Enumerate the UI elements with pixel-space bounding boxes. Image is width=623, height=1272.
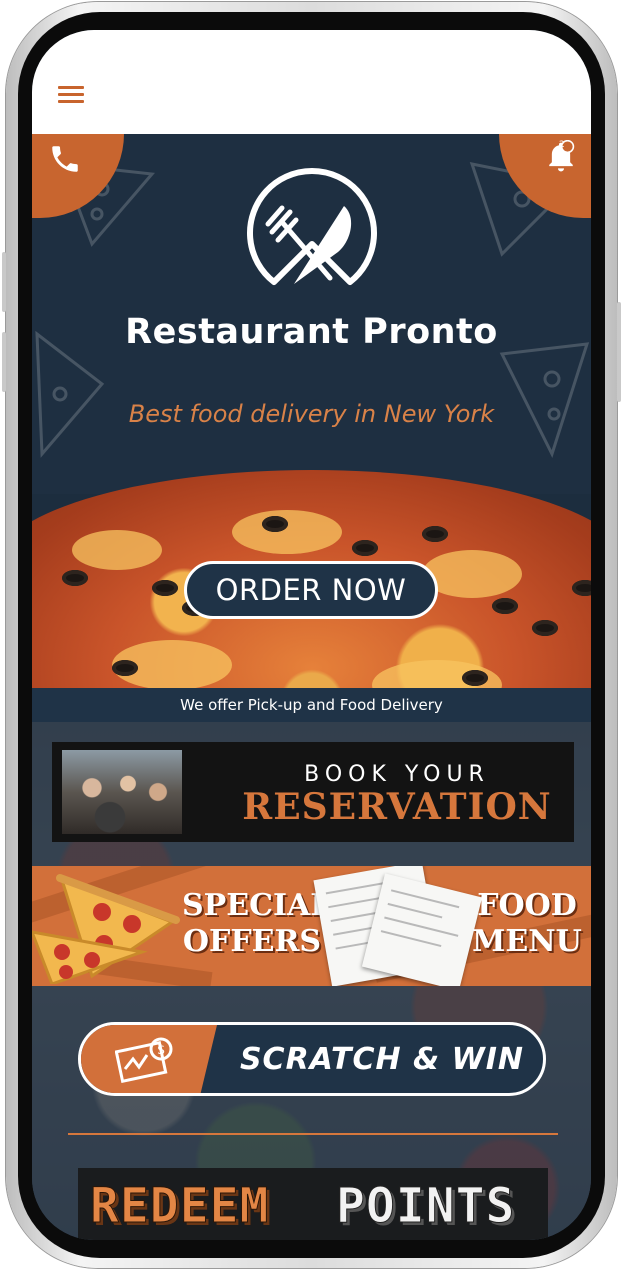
menu-line2: MENU (472, 924, 582, 959)
power-button (617, 302, 621, 402)
food-menu-link[interactable]: FOOD MENU (472, 888, 582, 960)
special-line2: OFFERS (182, 924, 322, 959)
app-screen: 2 Restaurant Pronto Best food delivery i… (32, 30, 591, 1240)
offer-strip: We offer Pick-up and Food Delivery (32, 688, 591, 722)
volume-down-button (2, 332, 6, 392)
scratch-label: SCRATCH & WIN (239, 1041, 525, 1077)
restaurant-photo (62, 750, 182, 834)
voucher-icon: $ (115, 1037, 173, 1083)
redeem-points-banner[interactable]: REDEEM POINTS (78, 1168, 548, 1240)
restaurant-name: Restaurant Pronto (125, 312, 498, 352)
menu-paper-image (361, 873, 483, 986)
top-bar (32, 30, 591, 134)
pizza-slice-icon (32, 874, 180, 984)
svg-text:$: $ (157, 1043, 165, 1058)
scratch-icon-area: $ (81, 1025, 217, 1093)
points-word: POINTS (335, 1178, 516, 1235)
divider-line (68, 1133, 558, 1135)
fork-knife-logo (247, 168, 377, 285)
pizza-doodle-icon (499, 342, 590, 458)
notification-count: 2 (559, 140, 565, 150)
phone-icon (52, 146, 78, 172)
tagline: Best food delivery in New York (128, 400, 495, 428)
reservation-line1: BOOK YOUR (304, 762, 490, 787)
hamburger-icon[interactable] (58, 86, 84, 104)
scratch-and-win-button[interactable]: $ SCRATCH & WIN (78, 1022, 546, 1096)
reservation-line2: RESERVATION (242, 786, 552, 828)
book-reservation-banner[interactable]: BOOK YOUR RESERVATION (52, 742, 574, 842)
order-now-button[interactable]: ORDER NOW (184, 561, 438, 619)
redeem-word: REDEEM (89, 1178, 270, 1235)
menu-line1: FOOD (477, 888, 577, 923)
special-line1: SPECIAL (182, 888, 332, 923)
special-offers-link[interactable]: SPECIAL OFFERS (182, 888, 332, 960)
volume-up-button (2, 252, 6, 312)
offers-menu-banner: SPECIAL OFFERS FOOD MENU (32, 866, 591, 986)
